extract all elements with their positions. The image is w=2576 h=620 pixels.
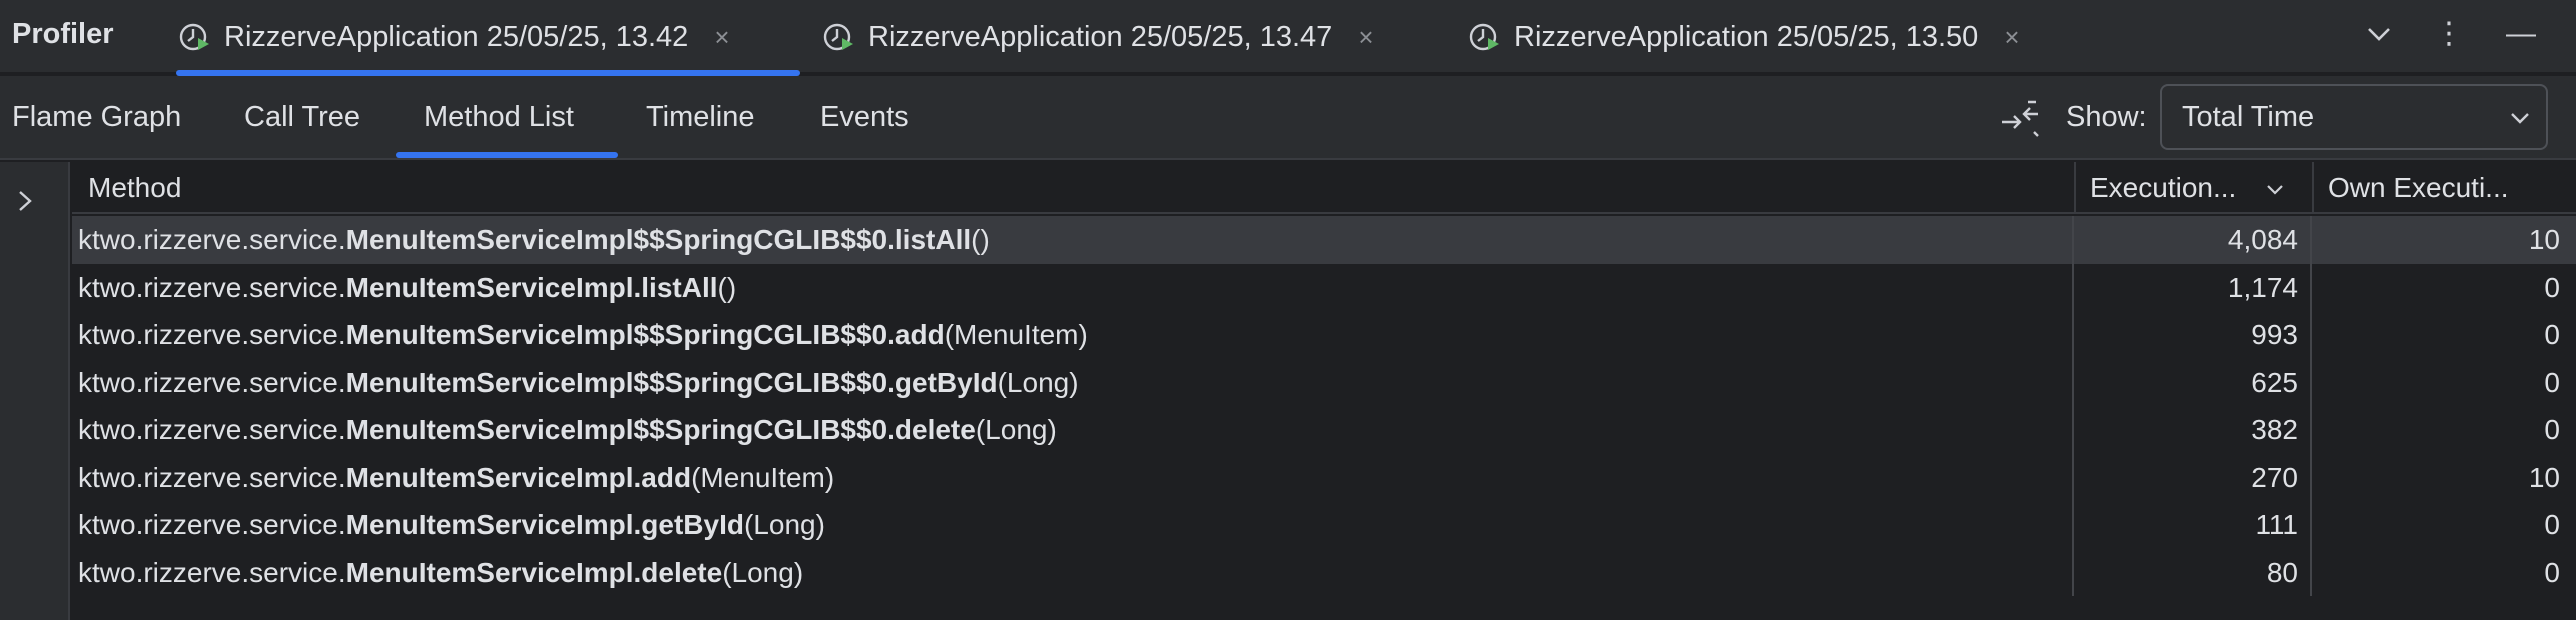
run-tab-label: RizzerveApplication 25/05/25, 13.50 [1514,20,1979,53]
method-cell: ktwo.rizzerve.service.MenuItemServiceImp… [78,414,1057,445]
table-row[interactable]: ktwo.rizzerve.service.MenuItemServiceImp… [72,263,2576,311]
own-execution-cell: 0 [2310,406,2574,454]
execution-cell: 382 [2072,406,2312,454]
method-cell: ktwo.rizzerve.service.MenuItemServiceImp… [78,509,825,540]
profiler-window: Profiler RizzerveApplication 25/05/25, 1… [0,0,2576,620]
table-row[interactable]: ktwo.rizzerve.service.MenuItemServiceImp… [72,501,2576,549]
method-cell: ktwo.rizzerve.service.MenuItemServiceImp… [78,556,804,588]
own-execution-cell: 0 [2310,263,2574,311]
show-metric-value: Total Time [2182,101,2315,133]
run-tab-label: RizzerveApplication 25/05/25, 13.42 [224,20,689,53]
profiler-title: Profiler [12,18,114,50]
own-execution-cell: 0 [2310,311,2574,359]
run-tab-label: RizzerveApplication 25/05/25, 13.47 [868,20,1333,53]
method-cell: ktwo.rizzerve.service.MenuItemServiceImp… [78,319,1088,350]
chevron-down-icon[interactable] [2366,24,2392,44]
collapse-arrows-icon[interactable] [1998,98,2042,138]
tab-flame-graph[interactable]: Flame Graph [12,76,190,158]
chevron-right-icon[interactable] [14,188,36,214]
view-tab-bar: Flame Graph Call Tree Method List Timeli… [0,76,2576,160]
table-row[interactable]: ktwo.rizzerve.service.MenuItemServiceImp… [72,311,2576,359]
execution-cell: 111 [2072,501,2312,549]
method-cell: ktwo.rizzerve.service.MenuItemServiceImp… [78,366,1079,398]
tab-events[interactable]: Events [820,76,920,158]
close-tab-icon[interactable]: × [714,22,729,53]
method-list-table: Method Execution... Own Executi... ktwo.… [72,162,2576,620]
side-gutter [0,162,70,620]
execution-cell: 1,174 [2072,263,2312,311]
profiler-snapshot-icon [179,23,209,51]
execution-cell: 80 [2072,548,2312,596]
execution-cell: 993 [2072,311,2312,359]
run-tab-1347[interactable]: RizzerveApplication 25/05/25, 13.47 × [822,0,1422,74]
table-row[interactable]: ktwo.rizzerve.service.MenuItemServiceImp… [72,548,2576,596]
own-execution-cell: 0 [2310,501,2574,549]
table-row[interactable]: ktwo.rizzerve.service.MenuItemServiceImp… [72,358,2576,406]
column-header-execution-label: Execution... [2090,172,2237,203]
sort-descending-icon [2267,185,2283,195]
tab-call-tree[interactable]: Call Tree [244,76,372,158]
table-row[interactable]: ktwo.rizzerve.service.MenuItemServiceImp… [72,453,2576,501]
method-cell: ktwo.rizzerve.service.MenuItemServiceImp… [78,461,835,493]
execution-cell: 625 [2072,358,2312,406]
close-tab-icon[interactable]: × [1358,22,1373,53]
table-row[interactable]: ktwo.rizzerve.service.MenuItemServiceImp… [72,406,2576,454]
column-header-method[interactable]: Method [88,162,2068,214]
chevron-down-icon [2511,113,2529,124]
window-actions: ⋮ — [2366,14,2536,54]
profiler-snapshot-icon [1469,23,1499,51]
profiler-tab-bar: Profiler RizzerveApplication 25/05/25, 1… [0,0,2576,76]
minimize-icon[interactable]: — [2506,14,2536,54]
more-options-icon[interactable]: ⋮ [2434,14,2464,54]
own-execution-cell: 10 [2310,216,2574,264]
show-label: Show: [2066,101,2147,133]
own-execution-cell: 0 [2310,548,2574,596]
execution-cell: 270 [2072,453,2312,501]
method-cell: ktwo.rizzerve.service.MenuItemServiceImp… [78,271,737,303]
run-tab-1342[interactable]: RizzerveApplication 25/05/25, 13.42 × [176,0,800,76]
column-header-execution[interactable]: Execution... [2074,162,2310,214]
table-row[interactable]: ktwo.rizzerve.service.MenuItemServiceImp… [72,216,2576,264]
tab-method-list[interactable]: Method List [396,76,618,158]
table-header: Method Execution... Own Executi... [72,162,2576,214]
run-tab-1350[interactable]: RizzerveApplication 25/05/25, 13.50 × [1468,0,2068,74]
execution-cell: 4,084 [2072,216,2312,264]
column-header-own-execution[interactable]: Own Executi... [2312,162,2576,214]
tab-timeline[interactable]: Timeline [646,76,766,158]
profiler-snapshot-icon [823,23,853,51]
own-execution-cell: 10 [2310,453,2574,501]
own-execution-cell: 0 [2310,358,2574,406]
method-cell: ktwo.rizzerve.service.MenuItemServiceImp… [78,224,990,255]
close-tab-icon[interactable]: × [2004,22,2019,53]
show-metric-dropdown[interactable]: Total Time [2160,84,2548,150]
